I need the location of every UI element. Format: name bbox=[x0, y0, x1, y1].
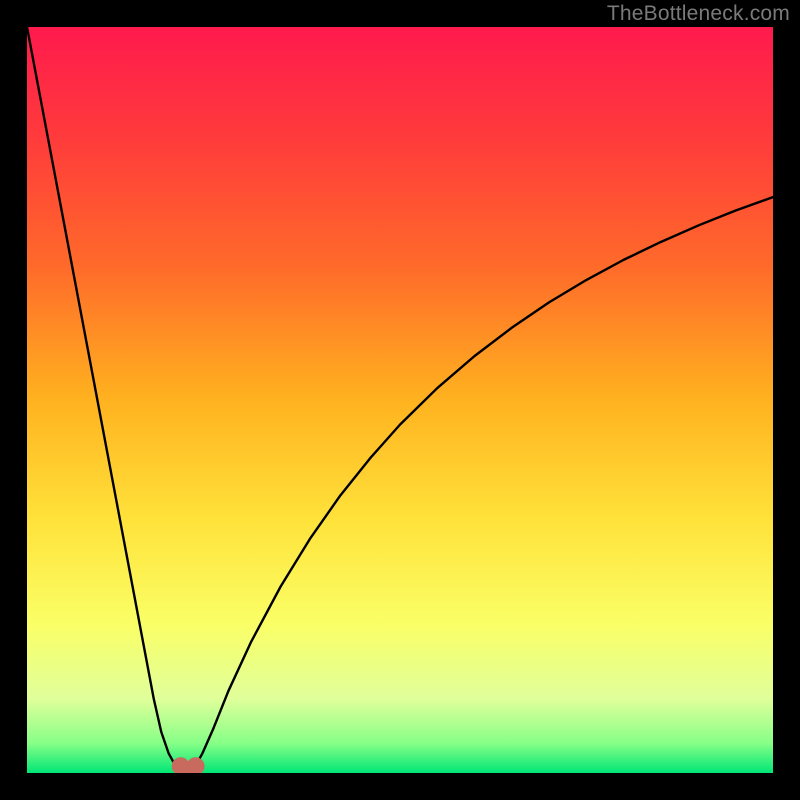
chart-frame: TheBottleneck.com bbox=[0, 0, 800, 800]
curve-marker bbox=[172, 758, 189, 773]
bottleneck-curve bbox=[27, 27, 773, 773]
plot-area bbox=[27, 27, 773, 773]
watermark-text: TheBottleneck.com bbox=[607, 2, 790, 26]
chart-curves bbox=[27, 27, 773, 773]
markers bbox=[172, 758, 204, 773]
curve-marker bbox=[187, 758, 204, 773]
